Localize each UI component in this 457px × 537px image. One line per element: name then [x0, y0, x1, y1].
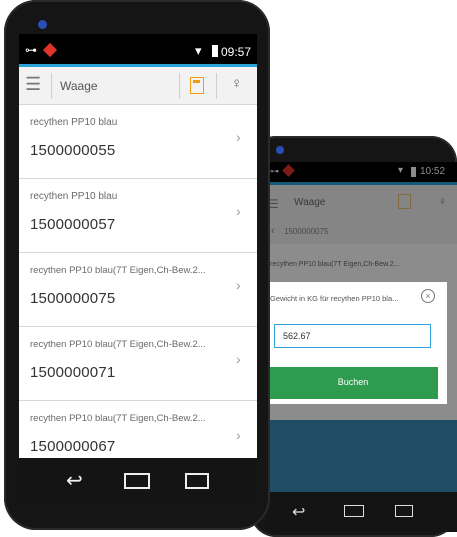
chevron-right-icon: › — [236, 277, 241, 293]
chevron-right-icon: › — [236, 129, 241, 145]
wifi-icon: ▾ — [195, 43, 202, 58]
back-nav-back-icon[interactable]: ↩ — [292, 502, 305, 522]
front-status-bar: ⊶ ▾ 09:57 — [19, 34, 257, 64]
list-item-number: 1500000057 — [30, 216, 116, 233]
weight-input-value: 562.67 — [283, 331, 311, 341]
buchen-button[interactable]: Buchen — [268, 367, 438, 399]
battery-icon — [212, 45, 218, 57]
calculator-icon-display — [193, 80, 200, 83]
list-item-subtitle: recythen PP10 blau(7T Eigen,Ch-Bew.2... — [30, 413, 206, 424]
list-item-number: 1500000075 — [30, 290, 116, 307]
nav-home-icon[interactable] — [124, 473, 150, 489]
list-item[interactable]: recythen PP10 blau(7T Eigen,Ch-Bew.2... … — [19, 401, 257, 458]
list-item-subtitle: recythen PP10 blau — [30, 191, 118, 202]
list-item-number: 1500000067 — [30, 438, 116, 455]
app-diamond-icon — [42, 42, 58, 58]
nav-back-icon[interactable]: ↩ — [66, 468, 83, 493]
list-item[interactable]: recythen PP10 blau 1500000057 › — [19, 179, 257, 252]
front-phone-screen: ⊶ ▾ 09:57 ☰ Waage ♀ recythen PP10 blau 1… — [19, 34, 257, 458]
weight-input[interactable]: 562.67 — [274, 324, 431, 348]
job-list: recythen PP10 blau 1500000055 › recythen… — [19, 105, 257, 458]
vertical-separator — [51, 73, 52, 99]
chevron-right-icon: › — [236, 203, 241, 219]
back-nav-home-icon[interactable] — [344, 505, 364, 517]
key-icon: ⊶ — [25, 43, 37, 57]
front-nav-bar: ↩ — [19, 458, 257, 504]
chevron-right-icon: › — [236, 427, 241, 443]
back-nav-recent-icon[interactable] — [395, 505, 413, 517]
calculator-icon[interactable] — [190, 77, 204, 94]
user-list-icon[interactable]: ♀ — [231, 75, 242, 92]
list-item-subtitle: recythen PP10 blau(7T Eigen,Ch-Bew.2... — [30, 339, 206, 350]
menu-icon[interactable]: ☰ — [25, 74, 41, 95]
dialog-close-icon[interactable]: × — [421, 289, 435, 303]
back-nav-bar: ↩ — [268, 492, 457, 532]
list-item-number: 1500000071 — [30, 364, 116, 381]
vertical-separator — [216, 73, 217, 99]
back-bottom-panel — [268, 420, 457, 492]
list-item[interactable]: recythen PP10 blau 1500000055 › — [19, 105, 257, 178]
back-front-camera — [276, 146, 284, 154]
list-item[interactable]: recythen PP10 blau(7T Eigen,Ch-Bew.2... … — [19, 253, 257, 326]
back-phone-screen: ⊶ ▾ 10:52 ☰ Waage ♀ ‹ 1500000075 recythe… — [268, 162, 457, 492]
chevron-right-icon: › — [236, 351, 241, 367]
list-item-number: 1500000055 — [30, 142, 116, 159]
front-app-bar: ☰ Waage ♀ — [19, 64, 257, 105]
list-item[interactable]: recythen PP10 blau(7T Eigen,Ch-Bew.2... … — [19, 327, 257, 400]
front-app-title: Waage — [60, 79, 98, 93]
dialog-title: Gewicht in KG für recythen PP10 bla... — [270, 294, 399, 303]
vertical-separator — [179, 73, 180, 99]
front-camera — [38, 20, 47, 29]
list-item-subtitle: recythen PP10 blau — [30, 117, 118, 128]
weight-dialog: Gewicht in KG für recythen PP10 bla... ×… — [268, 282, 447, 404]
nav-recent-apps-icon[interactable] — [185, 473, 209, 489]
front-status-time: 09:57 — [221, 45, 252, 59]
list-item-subtitle: recythen PP10 blau(7T Eigen,Ch-Bew.2... — [30, 265, 206, 276]
buchen-button-label: Buchen — [337, 377, 369, 387]
